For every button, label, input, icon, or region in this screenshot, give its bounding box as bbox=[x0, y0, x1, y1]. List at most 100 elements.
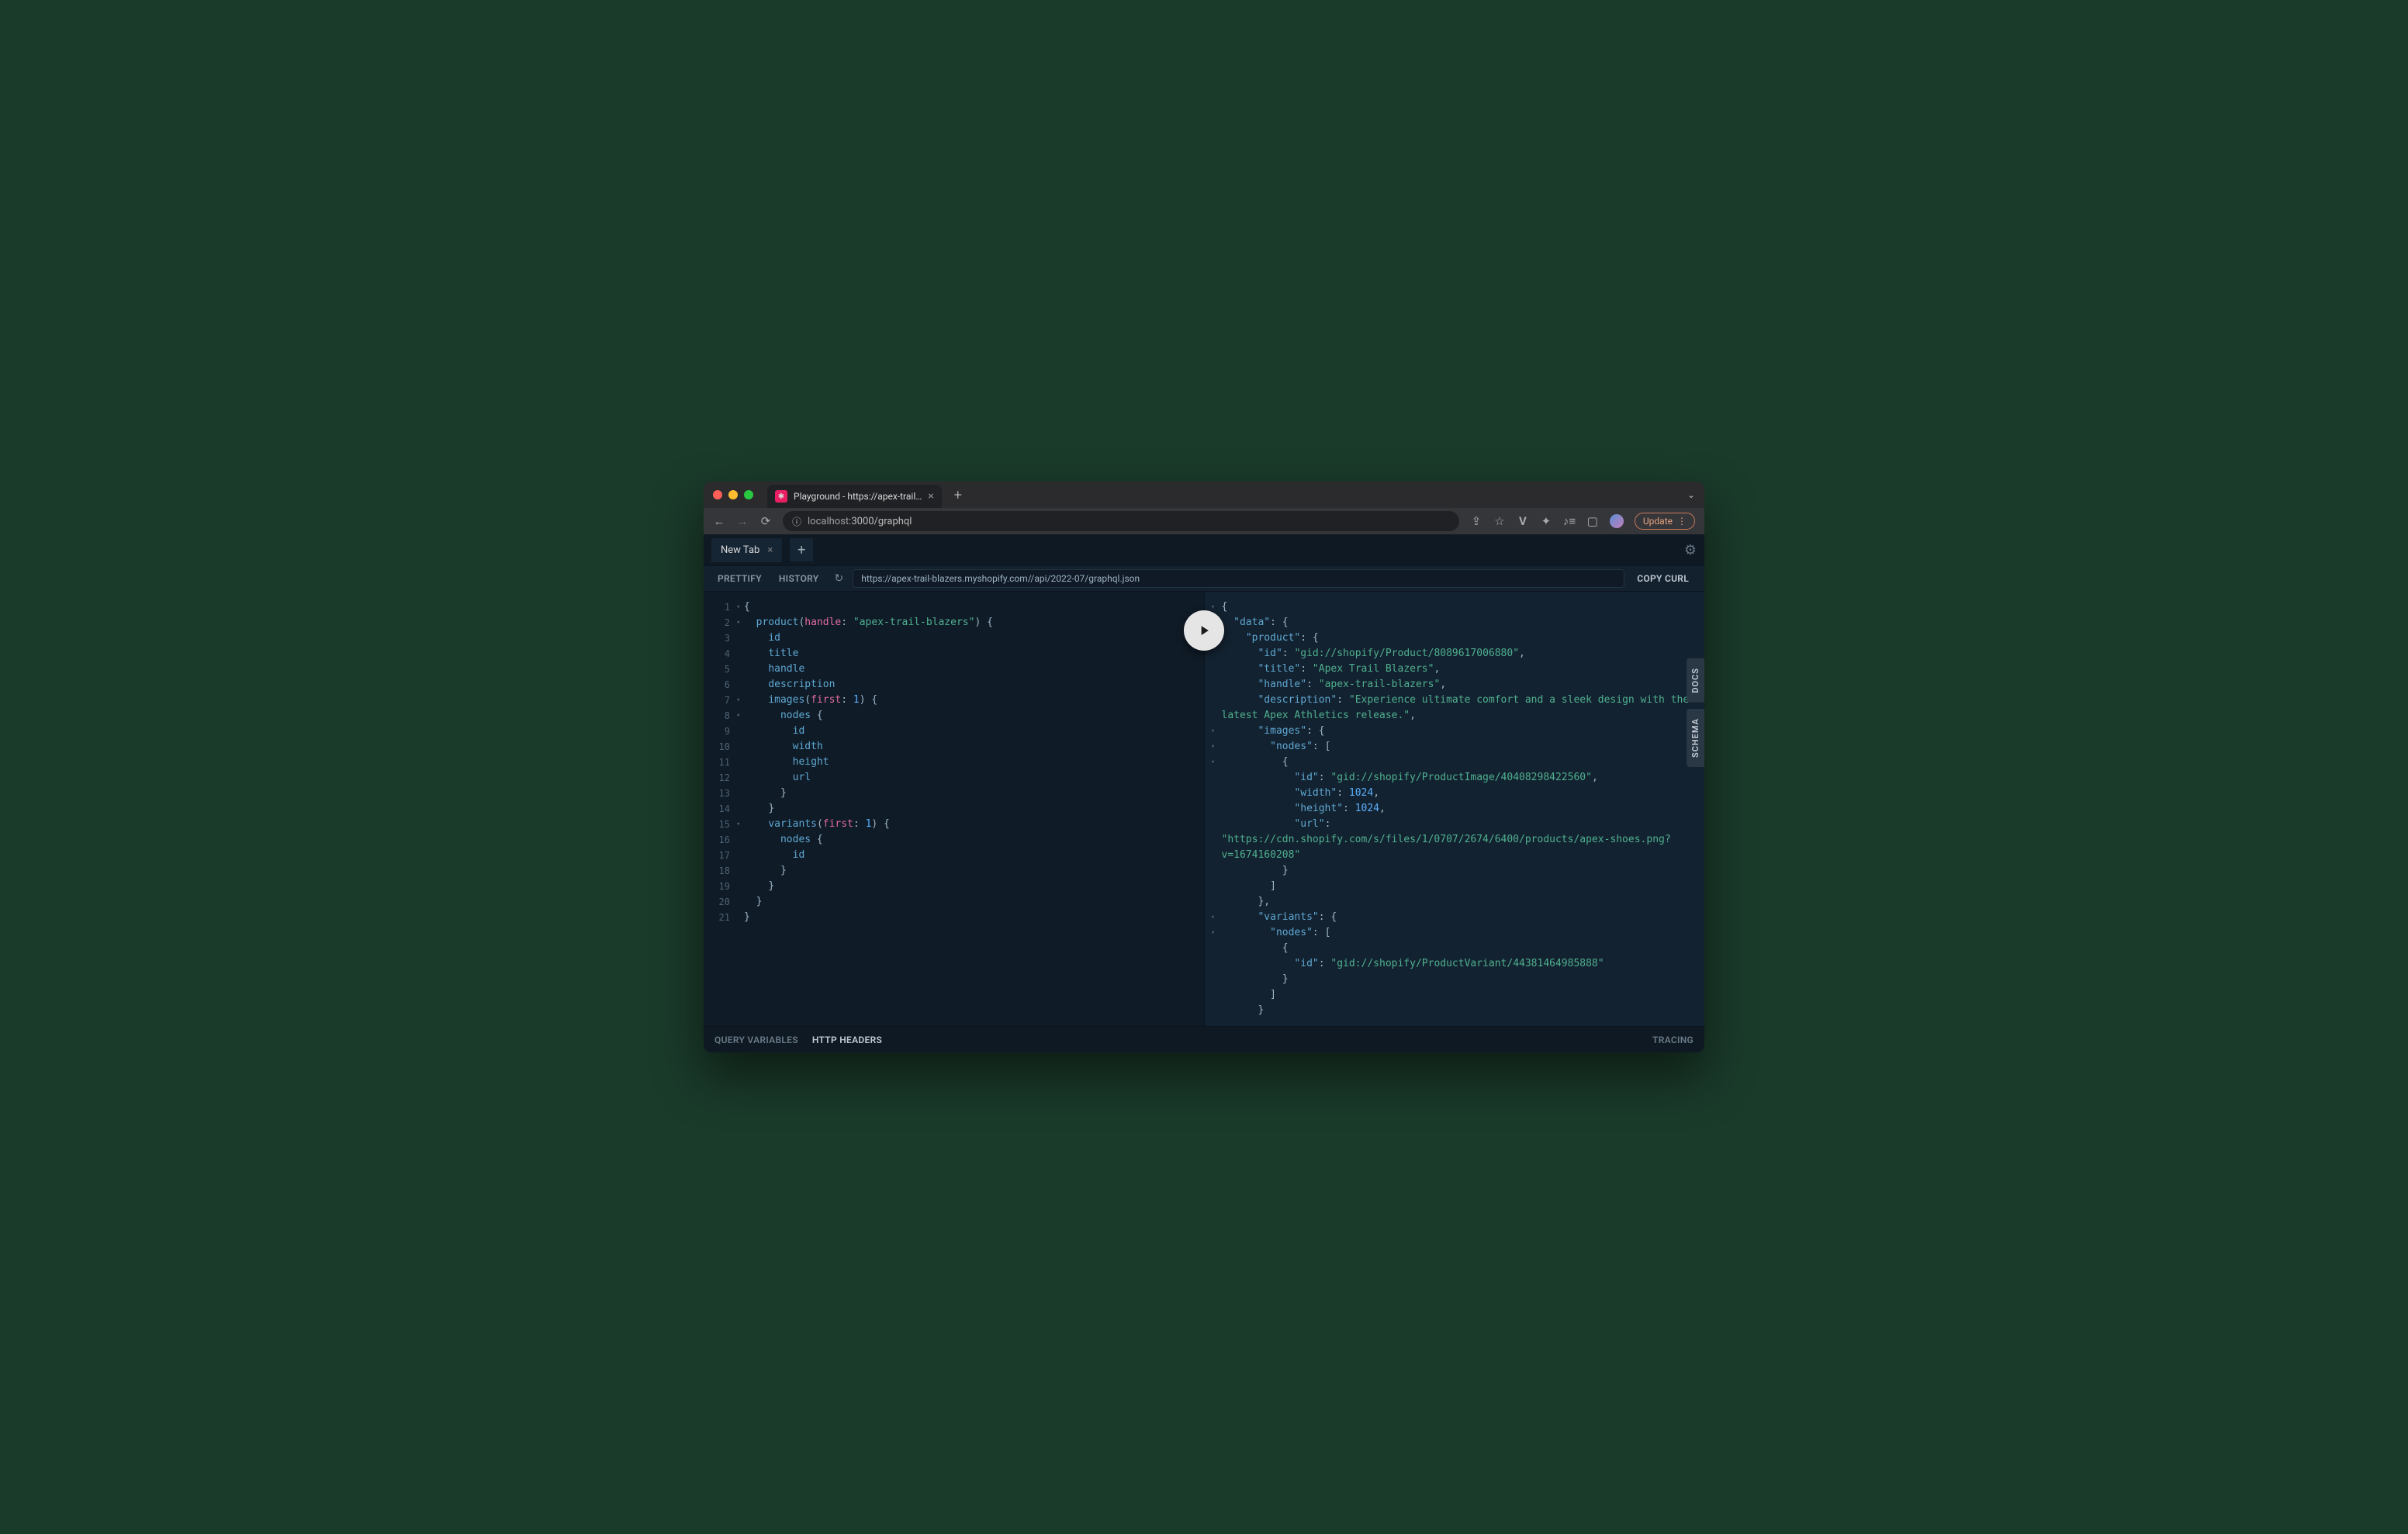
media-control-icon[interactable]: ♪≡ bbox=[1563, 514, 1576, 528]
query-line[interactable]: 20 } bbox=[704, 894, 1204, 910]
close-playground-tab-icon[interactable]: × bbox=[767, 544, 773, 556]
line-number: 8 bbox=[704, 708, 736, 724]
query-line[interactable]: 7▾ images(first: 1) { bbox=[704, 693, 1204, 708]
code-content: description bbox=[744, 677, 835, 693]
run-button[interactable] bbox=[1184, 610, 1224, 651]
fold-toggle-icon bbox=[736, 662, 744, 677]
fold-toggle-icon bbox=[1205, 894, 1222, 910]
url-host: localhost:3000/graphql bbox=[808, 516, 912, 527]
playground-tab[interactable]: New Tab × bbox=[711, 538, 782, 562]
query-line[interactable]: 8▾ nodes { bbox=[704, 708, 1204, 724]
query-line[interactable]: 10 width bbox=[704, 739, 1204, 755]
minimize-window-button[interactable] bbox=[728, 490, 738, 499]
playground-toolbar: PRETTIFY HISTORY ↻ https://apex-trail-bl… bbox=[704, 565, 1704, 592]
extensions-icon[interactable]: ✦ bbox=[1540, 514, 1552, 528]
fold-toggle-icon[interactable]: ▾ bbox=[736, 708, 744, 724]
query-line[interactable]: 17 id bbox=[704, 848, 1204, 863]
reload-icon[interactable]: ⟳ bbox=[759, 514, 772, 528]
query-line[interactable]: 15▾ variants(first: 1) { bbox=[704, 817, 1204, 832]
extension-v-icon[interactable]: V bbox=[1517, 514, 1529, 528]
query-line[interactable]: 9 id bbox=[704, 724, 1204, 739]
code-content: product(handle: "apex-trail-blazers") { bbox=[744, 615, 993, 631]
query-variables-tab[interactable]: QUERY VARIABLES bbox=[714, 1035, 798, 1045]
code-content: } bbox=[744, 910, 750, 925]
fold-toggle-icon[interactable]: ▾ bbox=[736, 693, 744, 708]
docs-tab[interactable]: DOCS bbox=[1687, 658, 1704, 703]
update-button[interactable]: Update⋮ bbox=[1635, 513, 1695, 530]
response-line: "url": "https://cdn.shopify.com/s/files/… bbox=[1205, 817, 1705, 863]
query-line[interactable]: 14 } bbox=[704, 801, 1204, 817]
response-viewer[interactable]: ▾{▾ "data": {▾ "product": { "id": "gid:/… bbox=[1204, 592, 1705, 1026]
fold-toggle-icon[interactable]: ▾ bbox=[1205, 724, 1222, 739]
tracing-tab[interactable]: TRACING bbox=[1652, 1035, 1694, 1045]
browser-tab[interactable]: ✱ Playground - https://apex-trail… × bbox=[767, 485, 942, 508]
close-tab-icon[interactable]: × bbox=[928, 490, 933, 503]
query-line[interactable]: 2▾ product(handle: "apex-trail-blazers")… bbox=[704, 615, 1204, 631]
url-input[interactable]: ⓘ localhost:3000/graphql bbox=[783, 511, 1459, 531]
fold-toggle-icon bbox=[1205, 987, 1222, 1003]
query-line[interactable]: 11 height bbox=[704, 755, 1204, 770]
http-headers-tab[interactable]: HTTP HEADERS bbox=[812, 1035, 882, 1045]
new-browser-tab-button[interactable]: + bbox=[954, 487, 962, 503]
address-bar: ← → ⟳ ⓘ localhost:3000/graphql ⇪ ☆ V ✦ ♪… bbox=[704, 508, 1704, 534]
close-window-button[interactable] bbox=[713, 490, 722, 499]
fold-toggle-icon[interactable]: ▾ bbox=[736, 615, 744, 631]
code-content: } bbox=[744, 786, 787, 801]
share-icon[interactable]: ⇪ bbox=[1470, 514, 1483, 528]
fold-toggle-icon bbox=[736, 724, 744, 739]
response-content: "product": { bbox=[1222, 631, 1705, 646]
response-content: "handle": "apex-trail-blazers", bbox=[1222, 677, 1705, 693]
new-playground-tab-button[interactable]: + bbox=[790, 538, 813, 561]
bookmark-icon[interactable]: ☆ bbox=[1493, 514, 1506, 528]
query-line[interactable]: 16 nodes { bbox=[704, 832, 1204, 848]
tabs-overflow-icon[interactable]: ⌄ bbox=[1687, 489, 1695, 500]
fold-toggle-icon bbox=[1205, 770, 1222, 786]
playground-body: 1▾{2▾ product(handle: "apex-trail-blazer… bbox=[704, 592, 1704, 1026]
code-content: variants(first: 1) { bbox=[744, 817, 890, 832]
response-content: "id": "gid://shopify/ProductVariant/4438… bbox=[1222, 956, 1705, 972]
fold-toggle-icon bbox=[1205, 879, 1222, 894]
query-editor[interactable]: 1▾{2▾ product(handle: "apex-trail-blazer… bbox=[704, 592, 1204, 1026]
response-content: "title": "Apex Trail Blazers", bbox=[1222, 662, 1705, 677]
query-line[interactable]: 13 } bbox=[704, 786, 1204, 801]
line-number: 10 bbox=[704, 739, 736, 755]
query-line[interactable]: 4 title bbox=[704, 646, 1204, 662]
response-line: "description": "Experience ultimate comf… bbox=[1205, 693, 1705, 724]
line-number: 16 bbox=[704, 832, 736, 848]
site-info-icon[interactable]: ⓘ bbox=[792, 515, 801, 528]
fold-toggle-icon[interactable]: ▾ bbox=[736, 599, 744, 615]
query-line[interactable]: 1▾{ bbox=[704, 599, 1204, 615]
code-content: height bbox=[744, 755, 829, 770]
fold-toggle-icon[interactable]: ▾ bbox=[1205, 910, 1222, 925]
maximize-window-button[interactable] bbox=[744, 490, 753, 499]
query-line[interactable]: 18 } bbox=[704, 863, 1204, 879]
back-icon[interactable]: ← bbox=[713, 514, 725, 528]
response-line: ] bbox=[1205, 987, 1705, 1003]
code-content: id bbox=[744, 848, 804, 863]
query-line[interactable]: 19 } bbox=[704, 879, 1204, 894]
response-content: "variants": { bbox=[1222, 910, 1705, 925]
fold-toggle-icon[interactable]: ▾ bbox=[1205, 739, 1222, 755]
browser-window: ✱ Playground - https://apex-trail… × + ⌄… bbox=[704, 482, 1704, 1052]
copy-curl-button[interactable]: COPY CURL bbox=[1629, 568, 1697, 589]
query-line[interactable]: 3 id bbox=[704, 631, 1204, 646]
query-line[interactable]: 21} bbox=[704, 910, 1204, 925]
settings-icon[interactable]: ⚙ bbox=[1684, 542, 1697, 558]
fold-toggle-icon[interactable]: ▾ bbox=[736, 817, 744, 832]
history-button[interactable]: HISTORY bbox=[773, 568, 825, 589]
schema-tab[interactable]: SCHEMA bbox=[1687, 709, 1704, 767]
line-number: 14 bbox=[704, 801, 736, 817]
response-content: }, bbox=[1222, 894, 1705, 910]
query-line[interactable]: 5 handle bbox=[704, 662, 1204, 677]
line-number: 4 bbox=[704, 646, 736, 662]
query-line[interactable]: 6 description bbox=[704, 677, 1204, 693]
response-line: "id": "gid://shopify/ProductImage/404082… bbox=[1205, 770, 1705, 786]
fold-toggle-icon[interactable]: ▾ bbox=[1205, 925, 1222, 941]
profile-avatar[interactable] bbox=[1610, 514, 1624, 528]
endpoint-input[interactable]: https://apex-trail-blazers.myshopify.com… bbox=[853, 569, 1624, 588]
query-line[interactable]: 12 url bbox=[704, 770, 1204, 786]
fold-toggle-icon[interactable]: ▾ bbox=[1205, 755, 1222, 770]
devices-icon[interactable]: ▢ bbox=[1586, 514, 1599, 528]
prettify-button[interactable]: PRETTIFY bbox=[711, 568, 768, 589]
reload-schema-icon[interactable]: ↻ bbox=[829, 572, 848, 585]
